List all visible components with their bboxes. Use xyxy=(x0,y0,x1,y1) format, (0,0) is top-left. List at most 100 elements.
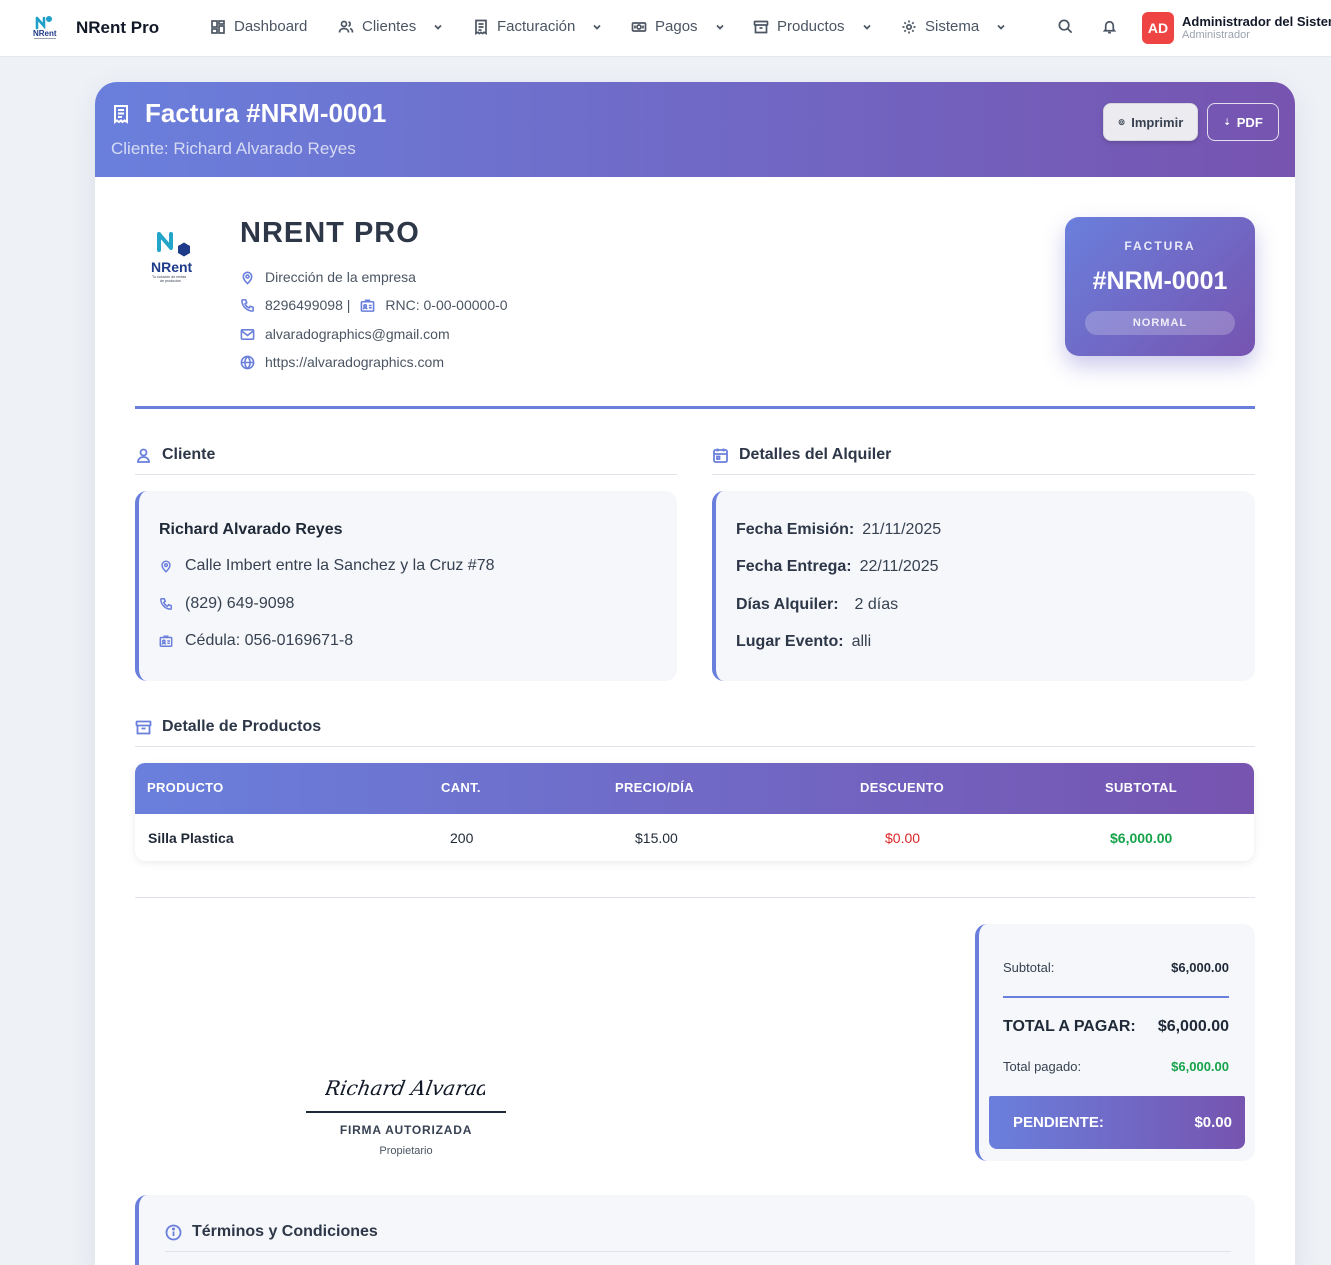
nav-item-clientes[interactable]: Clientes xyxy=(338,18,444,35)
terms-title: Términos y Condiciones xyxy=(192,1223,378,1240)
bell-icon xyxy=(1102,20,1117,34)
nav-item-label: Dashboard xyxy=(234,18,308,35)
rental-info-box: Fecha Emisión: 21/11/2025 Fecha Entrega: 2… xyxy=(712,491,1255,681)
totals-box: Subtotal: $6,000.00 TOTAL A PAGAR: $6,00… xyxy=(975,924,1255,1161)
total-value: $6,000.00 xyxy=(1157,1018,1229,1035)
svg-text:NRent: NRent xyxy=(151,259,193,275)
paid-label: Total pagado: xyxy=(1003,1059,1082,1074)
notifications-button[interactable] xyxy=(1101,18,1121,38)
dashboard-icon xyxy=(211,19,225,34)
invoice-title: Factura #NRM-0001 xyxy=(111,98,386,129)
cell-subtotal: $6,000.00 xyxy=(1110,830,1173,846)
nav-item-label: Facturación xyxy=(497,18,576,35)
nav-item-label: Pagos xyxy=(655,18,698,35)
products-table: PRODUCTO CANT. PRECIO/DÍA DESCUENTO SUBT… xyxy=(135,763,1254,861)
cell-discount: $0.00 xyxy=(885,830,921,846)
top-navbar: NRent NRent Pro Dashboard Clientes Factu… xyxy=(0,0,1331,57)
company-address: Dirección de la empresa xyxy=(240,269,416,285)
company-email: alvaradographics@gmail.com xyxy=(240,326,450,342)
cell-price: $15.00 xyxy=(635,830,678,846)
divider xyxy=(135,406,1255,409)
column-header-subtotal: SUBTOTAL xyxy=(1105,780,1177,795)
subtotal-label: Subtotal: xyxy=(1003,960,1055,975)
calendar-icon xyxy=(713,448,728,463)
rental-section-heading: Detalles del Alquiler xyxy=(712,446,891,464)
company-website-text: https://alvaradographics.com xyxy=(265,354,444,370)
info-icon xyxy=(165,1224,182,1240)
pending-banner: PENDIENTE: $0.00 xyxy=(989,1096,1245,1149)
subtotal-row: Subtotal: $6,000.00 xyxy=(1003,960,1229,975)
download-icon: ⇣ xyxy=(1223,116,1231,127)
signature-image: Richard Alvarado R. xyxy=(325,1076,485,1100)
client-section-title: Cliente xyxy=(162,446,216,463)
id-card-icon xyxy=(361,299,375,312)
table-header: PRODUCTO CANT. PRECIO/DÍA DESCUENTO SUBT… xyxy=(135,763,1254,814)
paid-row: Total pagado: $6,000.00 xyxy=(1003,1059,1229,1074)
company-address-text: Dirección de la empresa xyxy=(265,269,416,285)
rental-days: Días Alquiler: 2 días xyxy=(736,596,898,614)
delivery-date-label: Fecha Entrega: xyxy=(736,558,852,575)
invoice-card: Factura #NRM-0001 Cliente: Richard Alvar… xyxy=(95,82,1295,1265)
money-icon xyxy=(631,21,647,32)
column-header-qty: CANT. xyxy=(441,780,481,795)
rental-days-value: 2 días xyxy=(854,596,899,613)
products-section-heading: Detalle de Productos xyxy=(135,718,321,736)
terms-heading: Términos y Condiciones xyxy=(165,1223,378,1241)
nav-item-facturacion[interactable]: Facturación xyxy=(473,18,603,35)
gear-icon xyxy=(902,20,916,33)
cell-qty: 200 xyxy=(450,830,474,846)
divider xyxy=(135,474,677,475)
brand[interactable]: NRent NRent Pro xyxy=(32,14,159,42)
event-place: Lugar Evento: alli xyxy=(736,633,871,651)
pdf-button[interactable]: ⇣ PDF xyxy=(1207,103,1279,141)
invoice-subtitle: Cliente: Richard Alvarado Reyes xyxy=(111,139,356,158)
delivery-date: Fecha Entrega: 22/11/2025 xyxy=(736,558,938,576)
box-icon xyxy=(135,720,152,734)
print-button[interactable]: ⊚ Imprimir xyxy=(1103,103,1198,141)
mail-icon xyxy=(240,328,255,340)
nav-item-label: Clientes xyxy=(362,18,417,35)
divider xyxy=(712,474,1255,475)
client-section-heading: Cliente xyxy=(135,446,215,464)
nav-item-dashboard[interactable]: Dashboard xyxy=(210,18,307,35)
client-id-text: Cédula: 056-0169671-8 xyxy=(185,632,354,649)
issue-date-label: Fecha Emisión: xyxy=(736,521,855,538)
company-website: https://alvaradographics.com xyxy=(240,354,444,370)
printer-icon: ⊚ xyxy=(1117,116,1126,127)
delivery-date-value: 22/11/2025 xyxy=(859,558,939,575)
brand-logo-icon: NRent xyxy=(33,16,57,39)
user-name[interactable]: Administrador del Sistema xyxy=(1182,14,1331,29)
brand-name: NRent Pro xyxy=(76,18,160,37)
nav-item-label: Sistema xyxy=(925,18,980,35)
rental-section-title: Detalles del Alquiler xyxy=(739,446,892,463)
nav-item-pagos[interactable]: Pagos xyxy=(631,18,726,35)
map-pin-icon xyxy=(161,560,171,573)
column-header-discount: DESCUENTO xyxy=(860,780,945,795)
nav-item-productos[interactable]: Productos xyxy=(753,18,873,35)
company-phone-rnc: 8296499098 | RNC: 0-00-00000-0 xyxy=(240,297,508,313)
event-place-value: alli xyxy=(851,633,872,650)
receipt-icon xyxy=(114,104,128,124)
client-phone-text: (829) 649-9098 xyxy=(185,595,295,612)
avatar[interactable]: AD xyxy=(1142,12,1174,44)
phone-icon xyxy=(160,598,172,610)
company-rnc: RNC: 0-00-00000-0 xyxy=(385,297,508,313)
products-section-title: Detalle de Productos xyxy=(162,718,322,735)
signature-role: Propietario xyxy=(379,1145,433,1157)
nav-item-sistema[interactable]: Sistema xyxy=(901,18,1007,35)
pending-label: PENDIENTE: xyxy=(1013,1114,1104,1131)
client-id: Cédula: 056-0169671-8 xyxy=(159,632,353,650)
pending-value: $0.00 xyxy=(1194,1114,1232,1131)
phone-icon xyxy=(241,298,254,312)
client-address-text: Calle Imbert entre la Sanchez y la Cruz … xyxy=(185,557,495,574)
search-icon xyxy=(1058,19,1073,34)
search-button[interactable] xyxy=(1057,18,1077,38)
invoice-box-label: FACTURA xyxy=(1124,239,1196,253)
cell-product: Silla Plastica xyxy=(148,830,234,846)
invoice-type-badge: NORMAL xyxy=(1085,311,1235,335)
globe-icon xyxy=(240,355,255,369)
receipt-icon xyxy=(475,19,487,35)
user-icon xyxy=(137,448,150,463)
user-role: Administrador xyxy=(1182,29,1250,41)
company-name: NRENT PRO xyxy=(240,217,420,249)
